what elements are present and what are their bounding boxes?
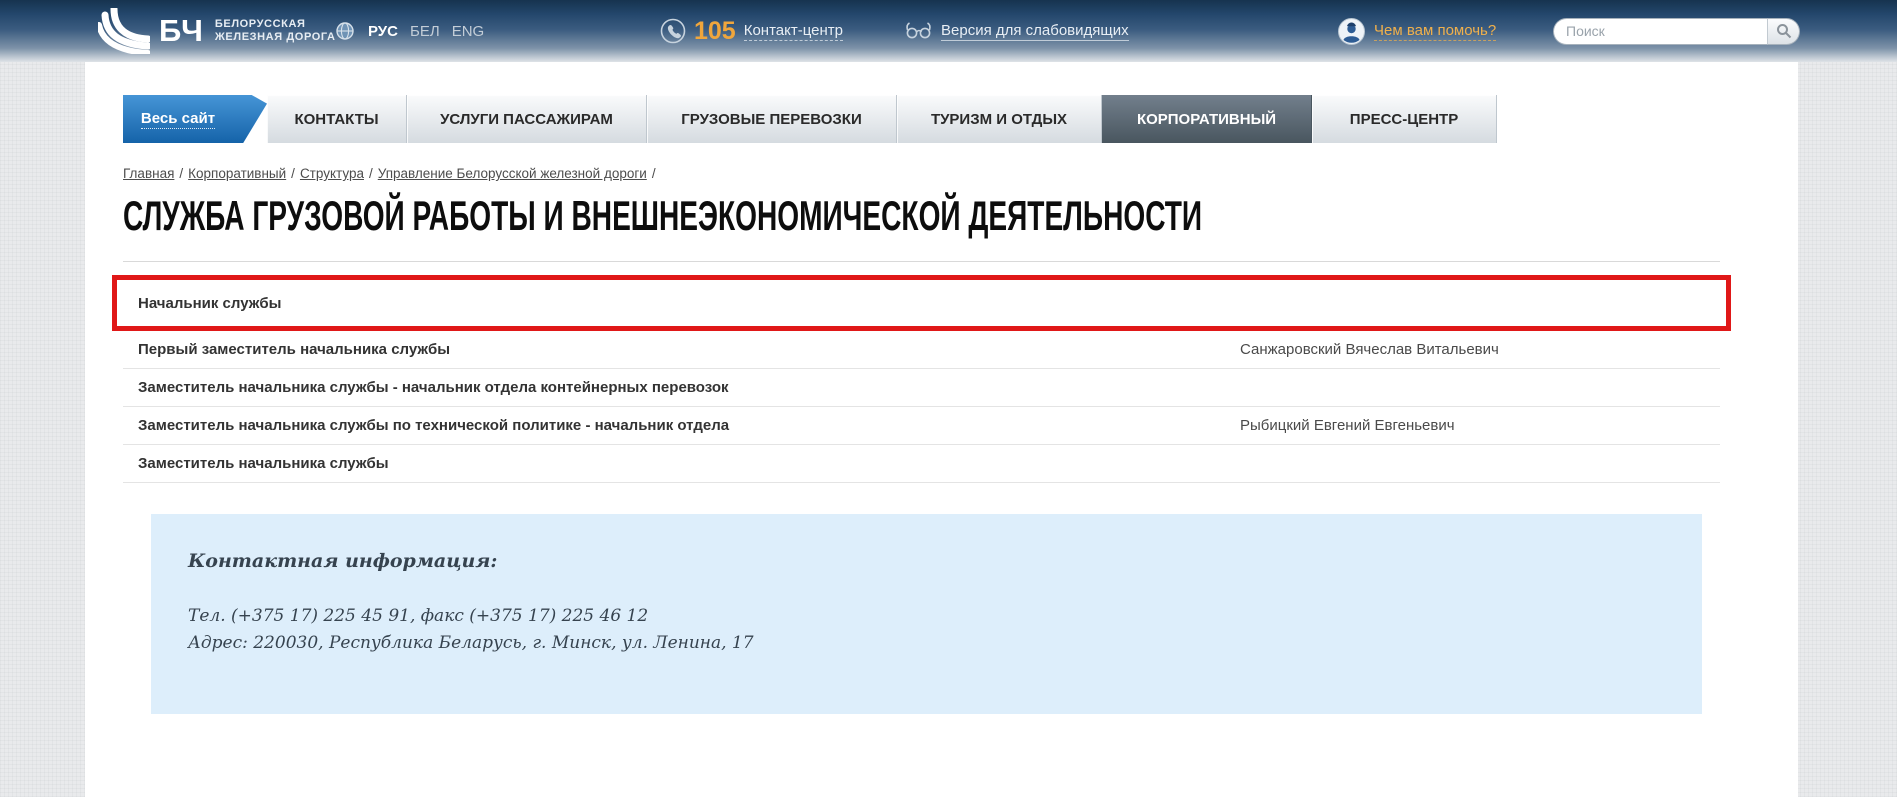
table-row[interactable]: Первый заместитель начальника службы Сан… [123, 331, 1720, 369]
glasses-icon [905, 22, 933, 40]
search-input[interactable] [1553, 18, 1767, 45]
logo[interactable]: БЧ БЕЛОРУССКАЯ ЖЕЛЕЗНАЯ ДОРОГА [98, 0, 336, 62]
breadcrumb-separator: / [291, 166, 295, 181]
position-cell: Заместитель начальника службы - начальни… [123, 379, 1240, 396]
tab-contacts[interactable]: КОНТАКТЫ [267, 95, 407, 143]
logo-abbr: БЧ [159, 13, 204, 49]
position-cell: Начальник службы [123, 295, 1240, 312]
site-header: БЧ БЕЛОРУССКАЯ ЖЕЛЕЗНАЯ ДОРОГА РУС БЕЛ E… [0, 0, 1897, 62]
contact-phone-line: Тел. (+375 17) 225 45 91, факс (+375 17)… [188, 603, 1662, 630]
breadcrumb-home[interactable]: Главная [123, 166, 174, 181]
contact-address-line: Адрес: 220030, Республика Беларусь, г. М… [188, 630, 1662, 657]
breadcrumb-separator: / [652, 166, 656, 181]
tab-whole-site[interactable]: Весь сайт [123, 95, 233, 143]
table-row[interactable]: Заместитель начальника службы [123, 445, 1720, 483]
position-cell: Заместитель начальника службы по техниче… [123, 417, 1240, 434]
globe-icon [336, 22, 354, 40]
contact-center-link[interactable]: Контакт-центр [744, 22, 843, 41]
position-cell: Первый заместитель начальника службы [123, 341, 1240, 358]
search-button[interactable] [1767, 18, 1800, 45]
breadcrumb-separator: / [369, 166, 373, 181]
name-cell: Санжаровский Вячеслав Витальевич [1240, 341, 1720, 358]
contact-info-box: Контактная информация: Тел. (+375 17) 22… [151, 514, 1702, 714]
accessibility-version: Версия для слабовидящих [905, 0, 1129, 62]
highlight-box: Начальник службы [112, 275, 1731, 331]
main-nav: Весь сайт КОНТАКТЫ УСЛУГИ ПАССАЖИРАМ ГРУ… [123, 95, 1798, 143]
tab-corporate[interactable]: КОРПОРАТИВНЫЙ [1102, 95, 1312, 143]
breadcrumb-corporate[interactable]: Корпоративный [188, 166, 286, 181]
title-divider [123, 261, 1720, 262]
site-search [1553, 0, 1800, 62]
help-widget: Чем вам помочь? [1338, 0, 1496, 62]
breadcrumb: Главная / Корпоративный / Структура / Управлен… [123, 166, 1798, 181]
position-cell: Заместитель начальника службы [123, 455, 1240, 472]
management-table: Начальник службы Первый заместитель нача… [123, 275, 1720, 483]
contact-center: 105 Контакт-центр [660, 0, 843, 62]
tab-tourism[interactable]: ТУРИЗМ И ОТДЫХ [897, 95, 1102, 143]
help-link[interactable]: Чем вам помочь? [1374, 22, 1496, 41]
lang-bel[interactable]: БЕЛ [410, 23, 440, 40]
contact-center-number: 105 [694, 17, 736, 46]
lang-eng[interactable]: ENG [452, 23, 485, 40]
tab-press-center[interactable]: ПРЕСС-ЦЕНТР [1312, 95, 1497, 143]
table-row[interactable]: Заместитель начальника службы по техниче… [123, 407, 1720, 445]
contact-info-title: Контактная информация: [188, 550, 1662, 572]
breadcrumb-separator: / [179, 166, 183, 181]
lang-rus[interactable]: РУС [368, 23, 398, 40]
page-title: СЛУЖБА ГРУЗОВОЙ РАБОТЫ И ВНЕШНЕЭКОНОМИЧЕ… [123, 195, 1798, 239]
tab-freight[interactable]: ГРУЗОВЫЕ ПЕРЕВОЗКИ [647, 95, 897, 143]
logo-name: БЕЛОРУССКАЯ ЖЕЛЕЗНАЯ ДОРОГА [215, 18, 336, 44]
search-icon [1776, 23, 1792, 39]
language-switcher: РУС БЕЛ ENG [336, 0, 484, 62]
breadcrumb-administration[interactable]: Управление Белорусской железной дороги [378, 166, 647, 181]
name-cell: Рыбицкий Евгений Евгеньевич [1240, 417, 1720, 434]
bch-wing-icon [98, 8, 150, 54]
breadcrumb-structure[interactable]: Структура [300, 166, 364, 181]
accessibility-link[interactable]: Версия для слабовидящих [941, 22, 1129, 41]
tab-passenger-services[interactable]: УСЛУГИ ПАССАЖИРАМ [407, 95, 647, 143]
phone-icon [660, 18, 686, 44]
table-row[interactable]: Начальник службы [123, 280, 1720, 326]
content-card: Весь сайт КОНТАКТЫ УСЛУГИ ПАССАЖИРАМ ГРУ… [85, 62, 1798, 797]
table-row[interactable]: Заместитель начальника службы - начальни… [123, 369, 1720, 407]
assistant-avatar-icon [1338, 18, 1365, 45]
